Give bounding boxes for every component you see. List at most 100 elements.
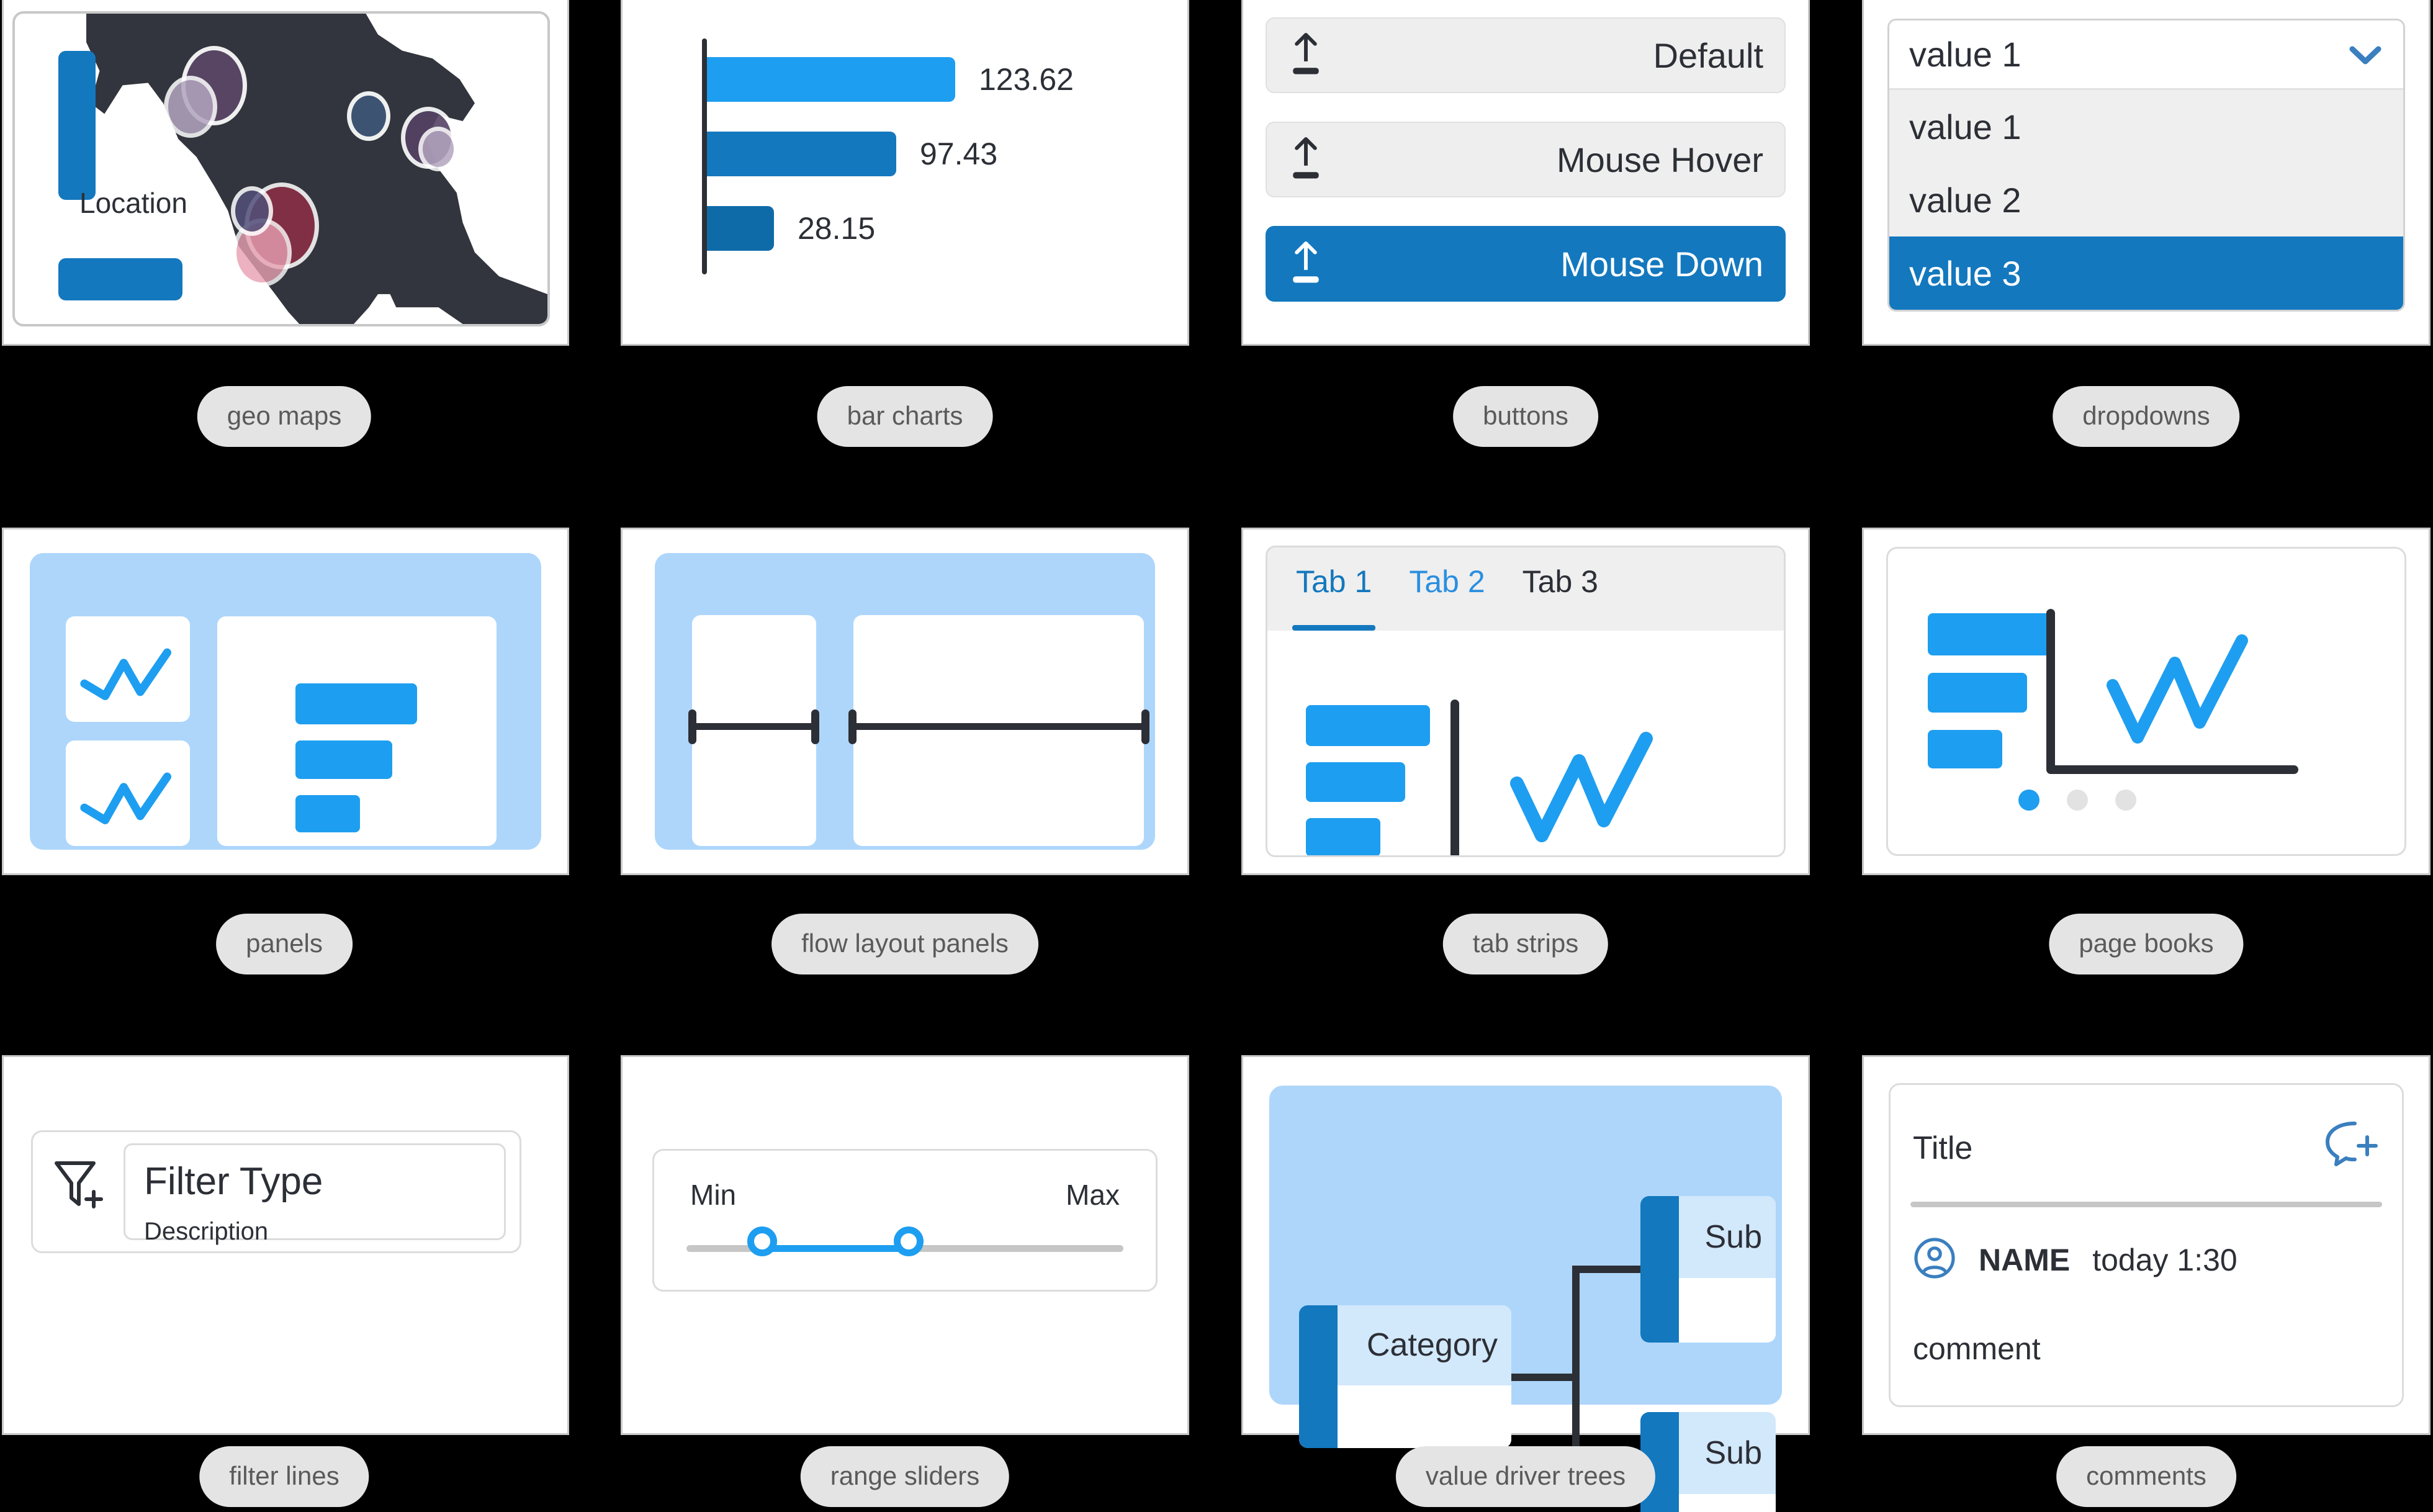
flow-panel-right[interactable] xyxy=(853,615,1144,846)
panel-small-top[interactable] xyxy=(66,616,190,722)
geo-maps-card: Location xyxy=(2,0,569,346)
filter-add-icon[interactable] xyxy=(52,1157,104,1217)
range-slider[interactable]: Min Max xyxy=(652,1149,1158,1292)
tree-edge-top xyxy=(1572,1266,1645,1273)
caption-panels: panels xyxy=(216,914,353,974)
chevron-down-icon[interactable] xyxy=(2349,34,2382,74)
tree-node-label: Sub xyxy=(1704,1435,1762,1472)
flow-resize-handle-left[interactable] xyxy=(690,723,816,730)
range-handle-high[interactable] xyxy=(894,1226,924,1256)
upload-icon-svg xyxy=(1293,241,1319,283)
tree-node-root[interactable]: Category xyxy=(1299,1305,1511,1448)
tab-1[interactable]: Tab 1 xyxy=(1292,564,1376,631)
caption-value-driver-trees: value driver trees xyxy=(1395,1446,1656,1507)
geo-bubble[interactable] xyxy=(231,186,273,236)
tree-node-child[interactable]: Sub xyxy=(1640,1412,1776,1512)
page-dot-active[interactable] xyxy=(2018,790,2039,811)
upload-icon xyxy=(1285,135,1326,184)
flow-handle-cap[interactable] xyxy=(811,709,819,744)
comment-add-icon[interactable] xyxy=(2323,1118,2380,1171)
flow-layout-panels-card xyxy=(621,528,1189,875)
dropdown[interactable]: value 1 value 1 value 2 value 3 xyxy=(1887,19,2405,312)
bar-segment[interactable] xyxy=(707,57,955,102)
caption-flow-layout-panels: flow layout panels xyxy=(771,914,1038,974)
button-label: Default xyxy=(1653,35,1763,75)
tree-edge-root xyxy=(1510,1374,1576,1381)
tree-node-child[interactable]: Sub xyxy=(1640,1196,1776,1343)
geo-bubble[interactable] xyxy=(418,127,458,171)
filter-field[interactable]: Filter Type Description xyxy=(124,1143,506,1245)
tab-strip: Tab 1 Tab 2 Tab 3 xyxy=(1266,546,1786,857)
range-min-label: Min xyxy=(690,1179,737,1211)
comment-divider xyxy=(1910,1202,2382,1207)
upload-button-default[interactable]: Default xyxy=(1266,17,1786,93)
flow-handle-cap[interactable] xyxy=(848,709,857,744)
filter-line-row[interactable]: Filter Type Description xyxy=(31,1130,521,1253)
caption-filter-lines: filter lines xyxy=(199,1446,369,1507)
buttons-card: Default Mouse Hover Mouse Down xyxy=(1241,0,1810,346)
panel-small-bottom[interactable] xyxy=(66,740,190,846)
caption-buttons: buttons xyxy=(1453,386,1598,447)
content-bar xyxy=(1306,762,1405,802)
component-gallery: Location geo maps 123.62 97.43 28.15 bar… xyxy=(0,0,2433,1512)
flow-handle-cap[interactable] xyxy=(1141,709,1149,744)
panel-large[interactable] xyxy=(217,616,497,846)
page-dot[interactable] xyxy=(2067,790,2088,811)
range-max-label: Max xyxy=(1066,1179,1120,1211)
upload-icon-svg xyxy=(1293,32,1319,74)
tree-node-header: Category xyxy=(1338,1305,1511,1385)
line-chart-icon xyxy=(80,772,172,824)
comment-title: Title xyxy=(1913,1130,1973,1166)
dropdown-option[interactable]: value 1 xyxy=(1889,90,2403,163)
comments-card: Title NAME today 1:30 comment xyxy=(1862,1055,2431,1435)
flow-panel-left[interactable] xyxy=(692,615,816,846)
caption-bar-charts: bar charts xyxy=(817,386,993,447)
geo-map-surface[interactable]: Location xyxy=(12,11,550,326)
panels-card xyxy=(2,528,569,875)
tab-header: Tab 1 Tab 2 Tab 3 xyxy=(1267,547,1784,631)
filter-add-icon-svg xyxy=(55,1161,103,1208)
bar-chart-row: 97.43 xyxy=(707,132,997,176)
upload-button-mouse-down[interactable]: Mouse Down xyxy=(1266,226,1786,302)
tab-3[interactable]: Tab 3 xyxy=(1519,564,1602,631)
panel-bar xyxy=(295,795,360,832)
tree-node-value-area xyxy=(1679,1278,1776,1343)
content-bar xyxy=(1306,705,1430,746)
bar-segment[interactable] xyxy=(707,206,774,251)
upload-icon-svg xyxy=(1293,137,1319,179)
page-dot[interactable] xyxy=(2115,790,2136,811)
dropdown-option[interactable]: value 2 xyxy=(1889,163,2403,236)
tree-node-body: Sub xyxy=(1679,1412,1776,1512)
panel-bar xyxy=(295,740,392,779)
comment-panel: Title NAME today 1:30 comment xyxy=(1889,1083,2404,1407)
dropdown-option-highlighted[interactable]: value 3 xyxy=(1889,236,2403,310)
dropdown-value-text: value 1 xyxy=(1909,35,2022,74)
content-bar xyxy=(1306,818,1380,855)
bar-charts-card: 123.62 97.43 28.15 xyxy=(621,0,1189,346)
page-bar xyxy=(1928,673,2027,713)
bar-chart-row: 123.62 xyxy=(707,57,1074,102)
bar-chart-row: 28.15 xyxy=(707,206,875,251)
tree-node-label: Category xyxy=(1367,1327,1498,1364)
bar-segment[interactable] xyxy=(707,132,896,176)
page-book-frame xyxy=(1886,547,2406,856)
flow-resize-handle-right[interactable] xyxy=(850,723,1146,730)
flow-handle-cap[interactable] xyxy=(688,709,696,744)
user-avatar-icon-svg xyxy=(1914,1238,1955,1279)
range-handle-low[interactable] xyxy=(747,1226,777,1256)
caption-comments: comments xyxy=(2056,1446,2236,1507)
caption-page-books: page books xyxy=(2049,914,2244,974)
comment-timestamp: today 1:30 xyxy=(2092,1242,2237,1277)
bar-value-label: 123.62 xyxy=(979,62,1074,97)
tree-node-value-area xyxy=(1338,1385,1511,1448)
comment-body: comment xyxy=(1913,1331,2041,1366)
dropdown-selected-value[interactable]: value 1 xyxy=(1889,20,2403,90)
geo-bubble[interactable] xyxy=(164,76,217,138)
page-books-card xyxy=(1862,528,2431,875)
upload-button-hover[interactable]: Mouse Hover xyxy=(1266,122,1786,197)
tree-node-body: Category xyxy=(1338,1305,1511,1448)
geo-bubble[interactable] xyxy=(347,91,390,141)
tab-2[interactable]: Tab 2 xyxy=(1405,564,1488,631)
caption-tab-strips: tab strips xyxy=(1442,914,1609,974)
tree-node-label: Sub xyxy=(1704,1219,1762,1256)
